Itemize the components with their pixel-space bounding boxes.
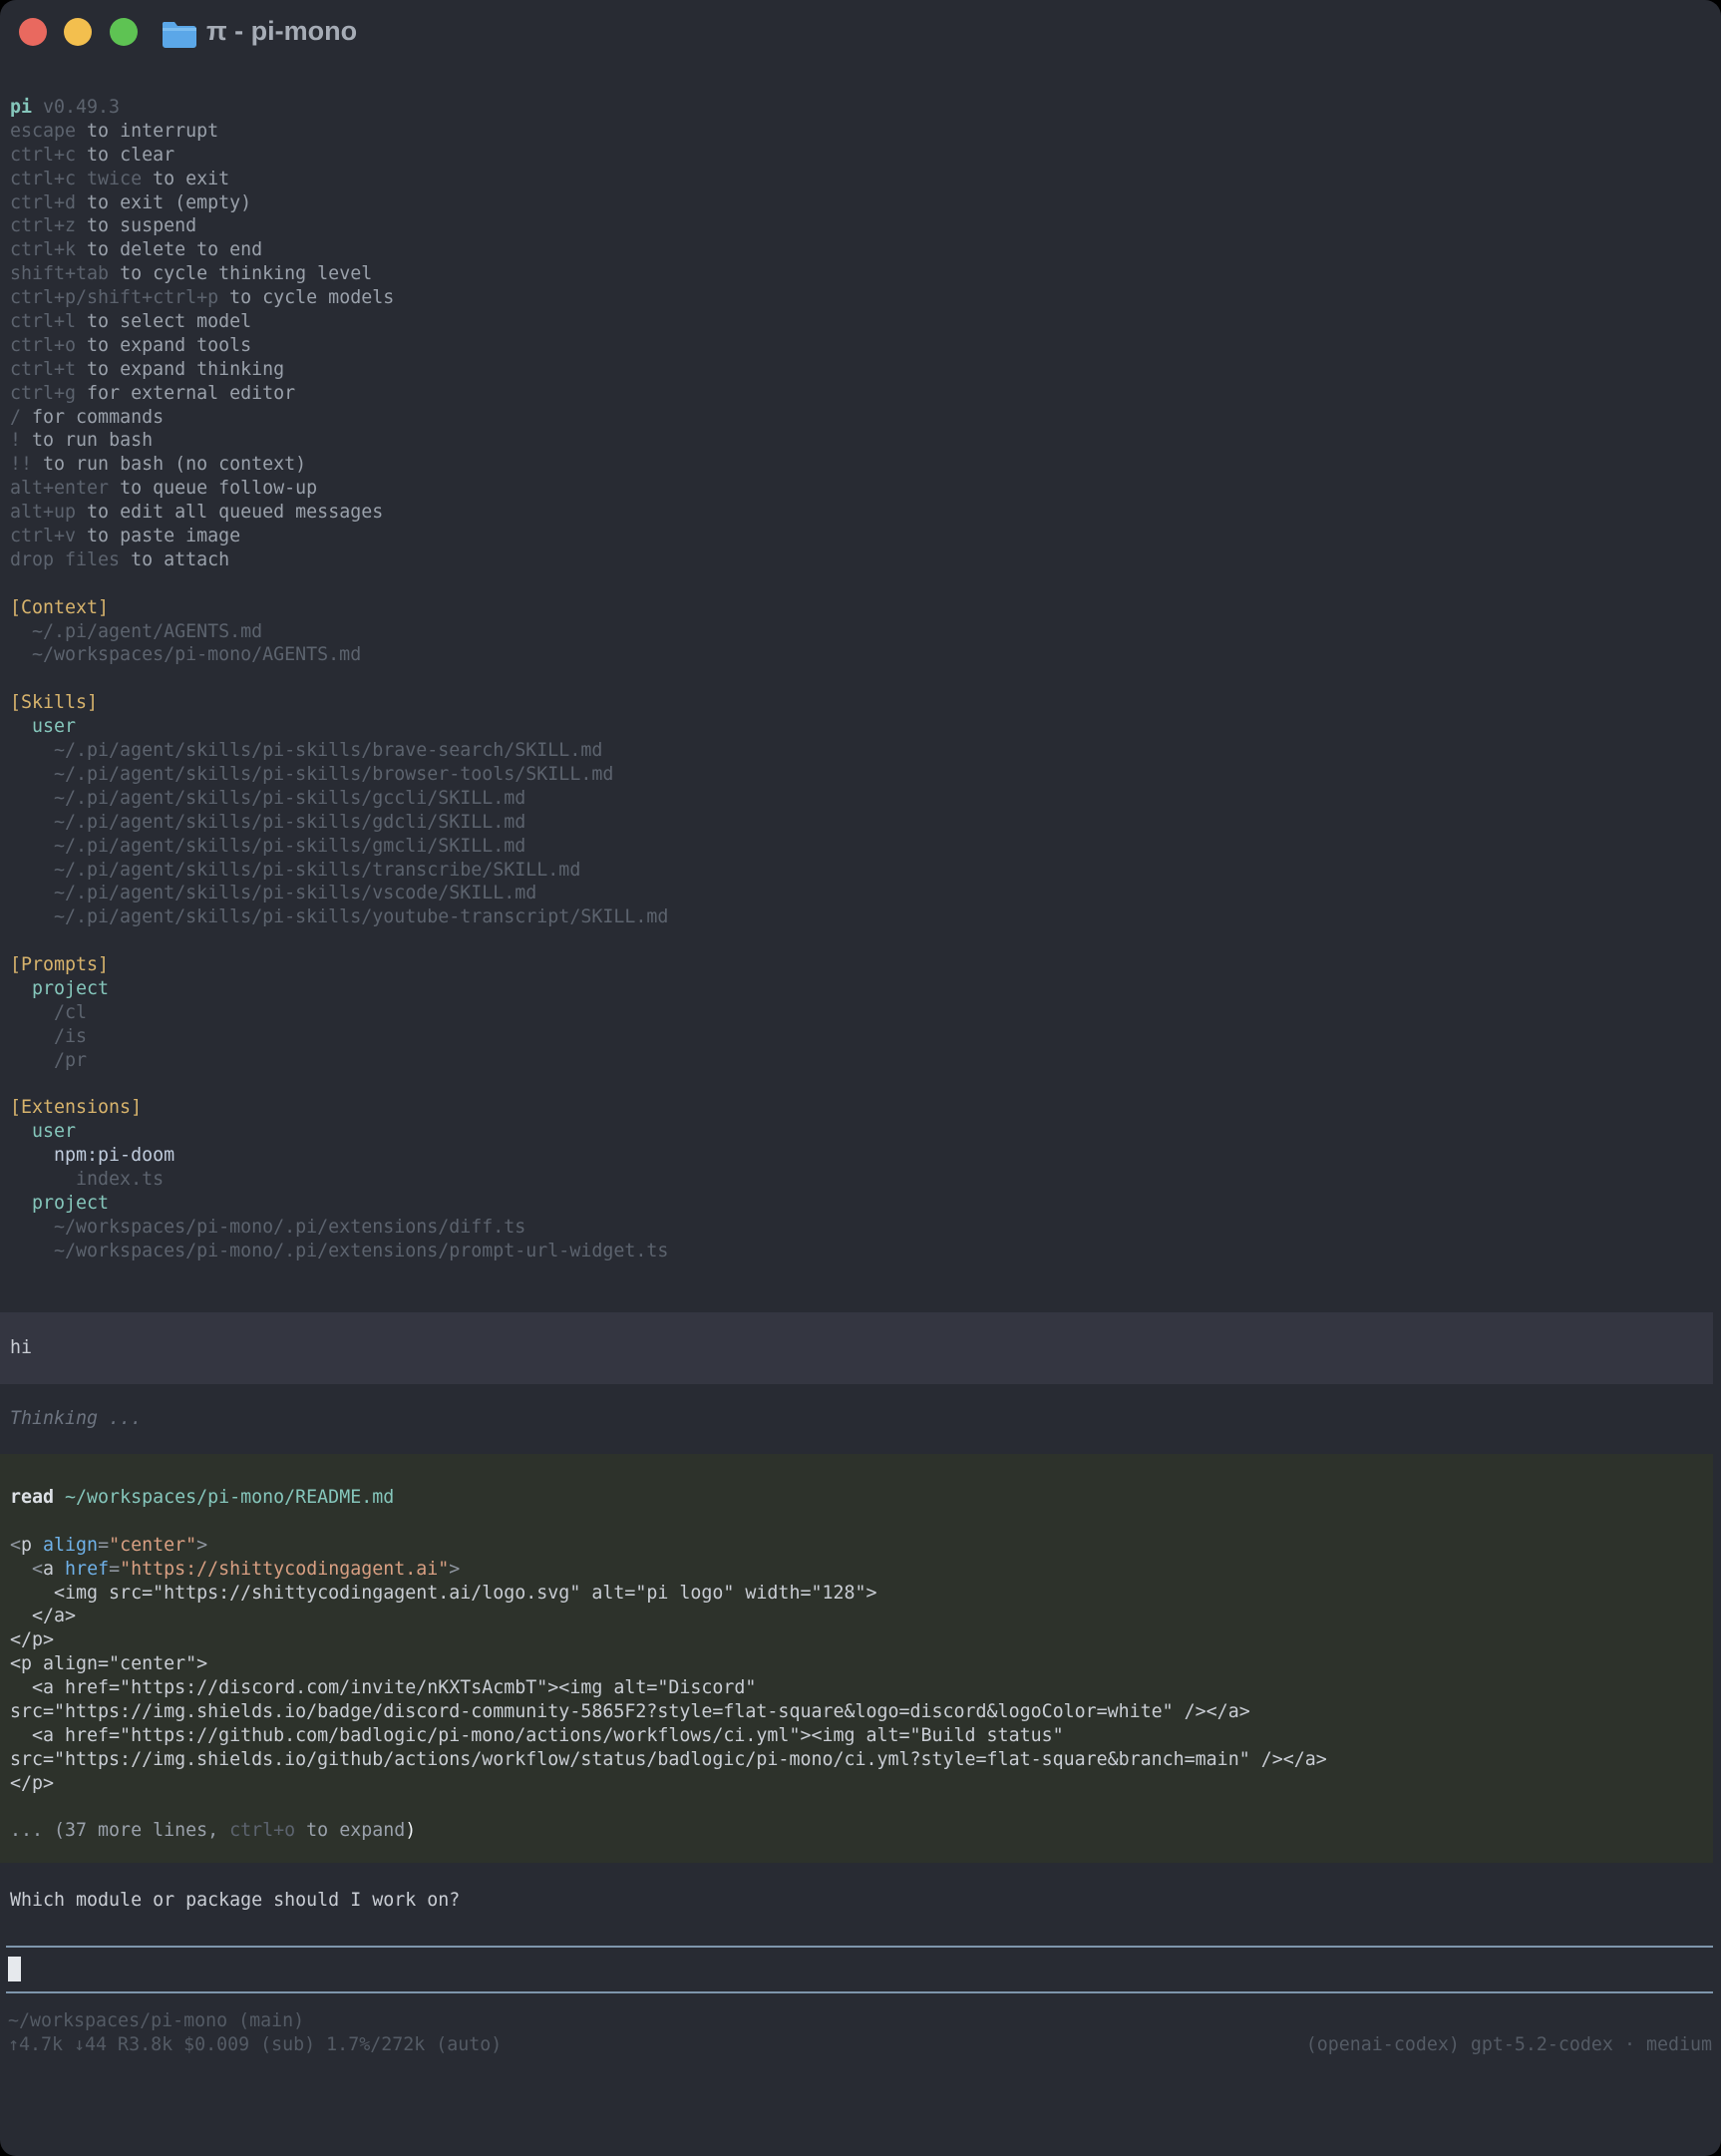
terminal-line: /cl: [10, 1001, 668, 1025]
terminal-line: [10, 1073, 668, 1097]
terminal-line: ~/.pi/agent/skills/pi-skills/vscode/SKIL…: [10, 882, 668, 905]
terminal-line: npm:pi-doom: [10, 1144, 668, 1168]
terminal-line: <a href="https://discord.com/invite/nKXT…: [10, 1676, 1327, 1700]
terminal-line: [10, 667, 668, 691]
terminal-line: <p align="center">: [10, 1652, 1327, 1676]
terminal-line: ctrl+k to delete to end: [10, 238, 668, 262]
session-info: pi v0.49.3escape to interruptctrl+c to c…: [10, 96, 668, 1263]
status-token-usage: ↑4.7k ↓44 R3.8k $0.009 (sub) 1.7%/272k (…: [8, 2033, 502, 2057]
terminal-line: ~/.pi/agent/AGENTS.md: [10, 620, 668, 644]
terminal-line: ~/workspaces/pi-mono/.pi/extensions/diff…: [10, 1216, 668, 1240]
terminal-line: [Prompts]: [10, 953, 668, 977]
terminal-line: </p>: [10, 1772, 1327, 1796]
titlebar[interactable]: π - pi-mono: [0, 0, 1721, 64]
terminal-line: <a href="https://github.com/badlogic/pi-…: [10, 1724, 1327, 1748]
terminal-line: </p>: [10, 1628, 1327, 1652]
prompt-input[interactable]: [0, 1948, 1713, 1991]
user-message-block: hi: [0, 1312, 1713, 1384]
terminal-line: ... (37 more lines, ctrl+o to expand): [10, 1819, 1327, 1843]
terminal-line: [Skills]: [10, 691, 668, 715]
close-button[interactable]: [19, 18, 47, 46]
terminal-line: ~/.pi/agent/skills/pi-skills/youtube-tra…: [10, 905, 668, 929]
terminal-line: ctrl+p/shift+ctrl+p to cycle models: [10, 286, 668, 310]
terminal-line: / for commands: [10, 406, 668, 430]
terminal-line: ctrl+c twice to exit: [10, 168, 668, 191]
minimize-button[interactable]: [64, 18, 92, 46]
terminal-line: [10, 929, 668, 953]
terminal-line: project: [10, 977, 668, 1001]
tool-output: read ~/workspaces/pi-mono/README.md <p a…: [10, 1486, 1327, 1843]
status-model-info: (openai-codex) gpt-5.2-codex · medium: [1306, 2033, 1712, 2057]
terminal-line: project: [10, 1192, 668, 1216]
terminal-line: ~/.pi/agent/skills/pi-skills/browser-too…: [10, 763, 668, 787]
terminal-line: ctrl+c to clear: [10, 144, 668, 168]
terminal-line: alt+enter to queue follow-up: [10, 477, 668, 501]
terminal-line: pi v0.49.3: [10, 96, 668, 120]
user-message-text: hi: [10, 1336, 32, 1360]
thinking-indicator: Thinking ...: [10, 1407, 142, 1431]
terminal-line: !! to run bash (no context): [10, 453, 668, 477]
terminal-line: ~/workspaces/pi-mono/.pi/extensions/prom…: [10, 1240, 668, 1263]
zoom-button[interactable]: [110, 18, 138, 46]
terminal-line: read ~/workspaces/pi-mono/README.md: [10, 1486, 1327, 1510]
terminal-line: ctrl+v to paste image: [10, 525, 668, 548]
folder-icon: [162, 19, 197, 48]
terminal-line: alt+up to edit all queued messages: [10, 501, 668, 525]
terminal-line: drop files to attach: [10, 548, 668, 572]
terminal-line: /pr: [10, 1049, 668, 1073]
text-cursor: [8, 1957, 21, 1981]
terminal-line: ~/.pi/agent/skills/pi-skills/brave-searc…: [10, 739, 668, 763]
terminal-line: src="https://img.shields.io/github/actio…: [10, 1748, 1327, 1772]
terminal-line: </a>: [10, 1605, 1327, 1628]
terminal-line: <img src="https://shittycodingagent.ai/l…: [10, 1582, 1327, 1606]
terminal-line: <a href="https://shittycodingagent.ai">: [10, 1558, 1327, 1582]
terminal-line: [10, 572, 668, 596]
terminal-line: src="https://img.shields.io/badge/discor…: [10, 1700, 1327, 1724]
terminal-line: user: [10, 715, 668, 739]
terminal-line: [Extensions]: [10, 1096, 668, 1120]
terminal-line: ~/.pi/agent/skills/pi-skills/gdcli/SKILL…: [10, 811, 668, 835]
window-title: π - pi-mono: [206, 16, 357, 47]
terminal-line: ~/.pi/agent/skills/pi-skills/transcribe/…: [10, 859, 668, 883]
terminal-window: π - pi-mono pi v0.49.3escape to interrup…: [0, 0, 1721, 2156]
terminal-line: index.ts: [10, 1168, 668, 1192]
terminal-line: ~/.pi/agent/skills/pi-skills/gmcli/SKILL…: [10, 835, 668, 859]
terminal-line: ctrl+l to select model: [10, 310, 668, 334]
terminal-line: [Context]: [10, 596, 668, 620]
terminal-line: <p align="center">: [10, 1534, 1327, 1558]
terminal-line: ~/workspaces/pi-mono/AGENTS.md: [10, 643, 668, 667]
terminal-line: [10, 1796, 1327, 1820]
terminal-line: /is: [10, 1025, 668, 1049]
terminal-line: [10, 1510, 1327, 1534]
terminal-line: escape to interrupt: [10, 120, 668, 144]
terminal-line: ctrl+g for external editor: [10, 382, 668, 406]
terminal-line: user: [10, 1120, 668, 1144]
assistant-question: Which module or package should I work on…: [10, 1889, 460, 1913]
terminal-line: ! to run bash: [10, 429, 668, 453]
terminal-line: ctrl+t to expand thinking: [10, 358, 668, 382]
terminal-line: ctrl+d to exit (empty): [10, 191, 668, 215]
status-cwd-branch: ~/workspaces/pi-mono (main): [8, 2009, 304, 2033]
terminal-line: ctrl+z to suspend: [10, 214, 668, 238]
terminal-line: shift+tab to cycle thinking level: [10, 262, 668, 286]
terminal-line: ~/.pi/agent/skills/pi-skills/gccli/SKILL…: [10, 787, 668, 811]
input-bottom-border: [6, 1991, 1713, 1993]
terminal-line: ctrl+o to expand tools: [10, 334, 668, 358]
